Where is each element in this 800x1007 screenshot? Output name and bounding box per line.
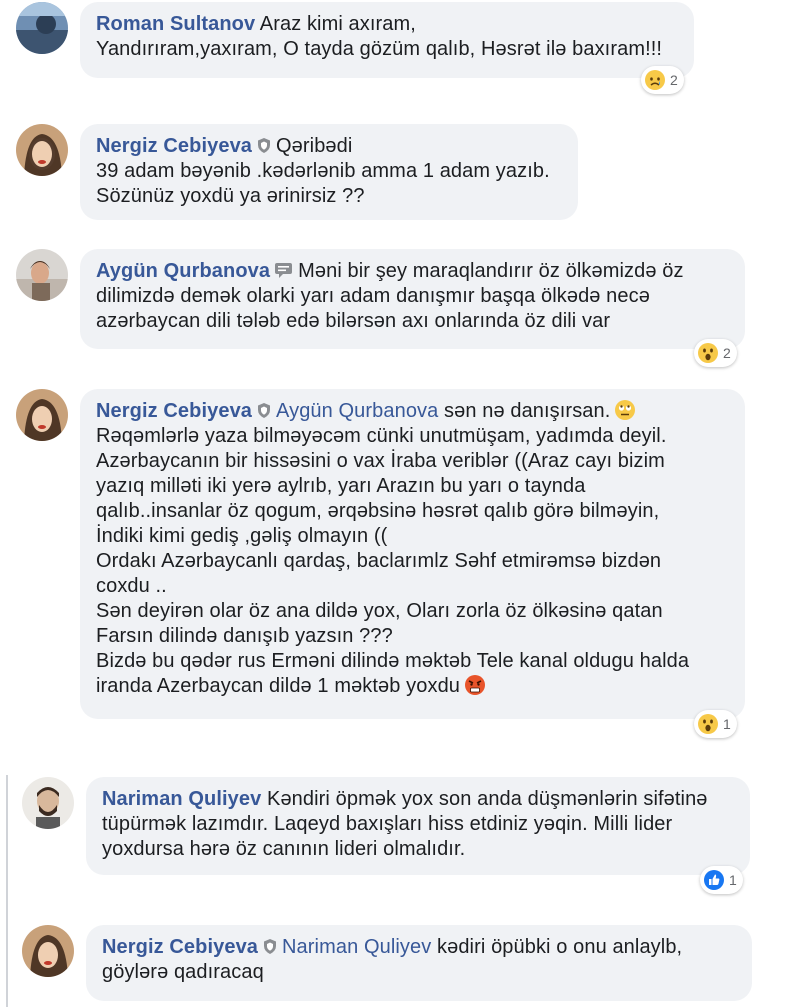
reaction-summary[interactable]: 1 xyxy=(700,866,743,894)
comment-text: İndiki kimi gediş ,gəliş olmayın (( xyxy=(96,525,388,547)
comment-text: yoxdursa hərə öz canının lideri olmalıdı… xyxy=(102,838,466,860)
reply-thread-line xyxy=(6,775,8,1007)
comment-text: yazıq milləti iki yerə aylrıb, yarı Araz… xyxy=(96,475,586,497)
top-fan-badge-icon xyxy=(264,939,277,954)
comment-text: azərbaycan dili tələb edə bilərsən axı o… xyxy=(96,310,611,332)
comment-text: Farsın dilində danışıb yazsın ??? xyxy=(96,625,393,647)
conversation-starter-icon xyxy=(275,263,293,278)
avatar[interactable] xyxy=(16,2,68,54)
comment-author[interactable]: Aygün Qurbanova xyxy=(96,260,270,282)
avatar[interactable] xyxy=(16,124,68,176)
comment-bubble: Nergiz Cebiyeva Aygün Qurbanova sən nə da… xyxy=(80,389,745,719)
comment-text: dilimizdə demək olarki yarı adam danışmı… xyxy=(96,285,650,307)
reaction-summary[interactable]: 2 xyxy=(694,339,737,367)
crying-emoji-icon xyxy=(645,70,665,90)
comment-text: iranda Azerbaycan dildə 1 məktəb yoxdu xyxy=(96,675,461,697)
comment-text: kədiri öpübki o onu anlaylb, xyxy=(437,936,683,958)
reaction-count: 2 xyxy=(723,345,731,361)
avatar[interactable] xyxy=(22,925,74,977)
comment-text: Məni bir şey maraqlandırır öz ölkəmizdə … xyxy=(298,260,684,282)
avatar[interactable] xyxy=(22,777,74,829)
comment-text: Yandırıram,yaxıram, O tayda gözüm qalıb,… xyxy=(96,38,663,60)
top-fan-badge-icon xyxy=(258,138,271,153)
comment-text: Araz kimi axıram, xyxy=(259,13,416,35)
comment-text: Sözünüz yoxdü ya ərinirsiz ?? xyxy=(96,185,365,207)
wow-emoji-icon xyxy=(698,714,718,734)
mention-link[interactable]: Nariman Quliyev xyxy=(282,936,431,958)
comment-bubble: Nergiz Cebiyeva Qəribədi 39 adam bəyənib … xyxy=(80,124,578,220)
rolling-eyes-emoji-icon xyxy=(615,400,636,420)
comment-text: göylərə qadıracaq xyxy=(102,961,264,983)
comment-author[interactable]: Roman Sultanov xyxy=(96,13,255,35)
badge-label: Qəribədi xyxy=(276,135,353,157)
comment-text: sən nə danışırsan. xyxy=(444,400,611,422)
comment-text: Sən deyirən olar öz ana dildə yox, Oları… xyxy=(96,600,663,622)
comment-bubble: Nergiz Cebiyeva Nariman Quliyev kədiri öp… xyxy=(86,925,752,1001)
reaction-count: 1 xyxy=(723,716,731,732)
comment-text: Rəqəmlərlə yaza bilməyəcəm cünki unutmüş… xyxy=(96,425,667,447)
comment-text: Bizdə bu qədər rus Ermәni dilində məktəb… xyxy=(96,650,690,672)
mention-link[interactable]: Aygün Qurbanova xyxy=(276,400,438,422)
like-icon xyxy=(704,870,724,890)
comment-text: Kəndiri öpmək yox son anda düşmənlərin s… xyxy=(267,788,708,810)
top-fan-badge-icon xyxy=(258,403,271,418)
comment-text: tüpürmək lazımdır. Laqeyd baxışları hiss… xyxy=(102,813,673,835)
comment-text: 39 adam bəyənib .kədərlənib amma 1 adam … xyxy=(96,160,550,182)
comment-bubble: Roman Sultanov Araz kimi axıram, Yandırı… xyxy=(80,2,694,78)
comment-text: Ordakı Azərbaycanlı qardaş, baclarımlz S… xyxy=(96,550,662,572)
reaction-summary[interactable]: 1 xyxy=(694,710,737,738)
comment-author[interactable]: Nariman Quliyev xyxy=(102,788,261,810)
wow-emoji-icon xyxy=(698,343,718,363)
comment-author[interactable]: Nergiz Cebiyeva xyxy=(96,400,252,422)
comment-bubble: Nariman Quliyev Kəndiri öpmək yox son an… xyxy=(86,777,750,875)
comment-text: Azərbaycanın bir hissəsini o vax İraba v… xyxy=(96,450,665,472)
comment-bubble: Aygün Qurbanova Məni bir şey maraqlandırı… xyxy=(80,249,745,349)
reaction-summary[interactable]: 2 xyxy=(641,66,684,94)
angry-emoji-icon xyxy=(465,675,486,695)
avatar[interactable] xyxy=(16,389,68,441)
reaction-count: 2 xyxy=(670,72,678,88)
reaction-count: 1 xyxy=(729,872,737,888)
comment-text: qalıb..insanlar öz qogum, ərqəbsinə həsr… xyxy=(96,500,660,522)
comment-text: coxdu .. xyxy=(96,575,167,597)
comment-author[interactable]: Nergiz Cebiyeva xyxy=(96,135,252,157)
comment-author[interactable]: Nergiz Cebiyeva xyxy=(102,936,258,958)
avatar[interactable] xyxy=(16,249,68,301)
